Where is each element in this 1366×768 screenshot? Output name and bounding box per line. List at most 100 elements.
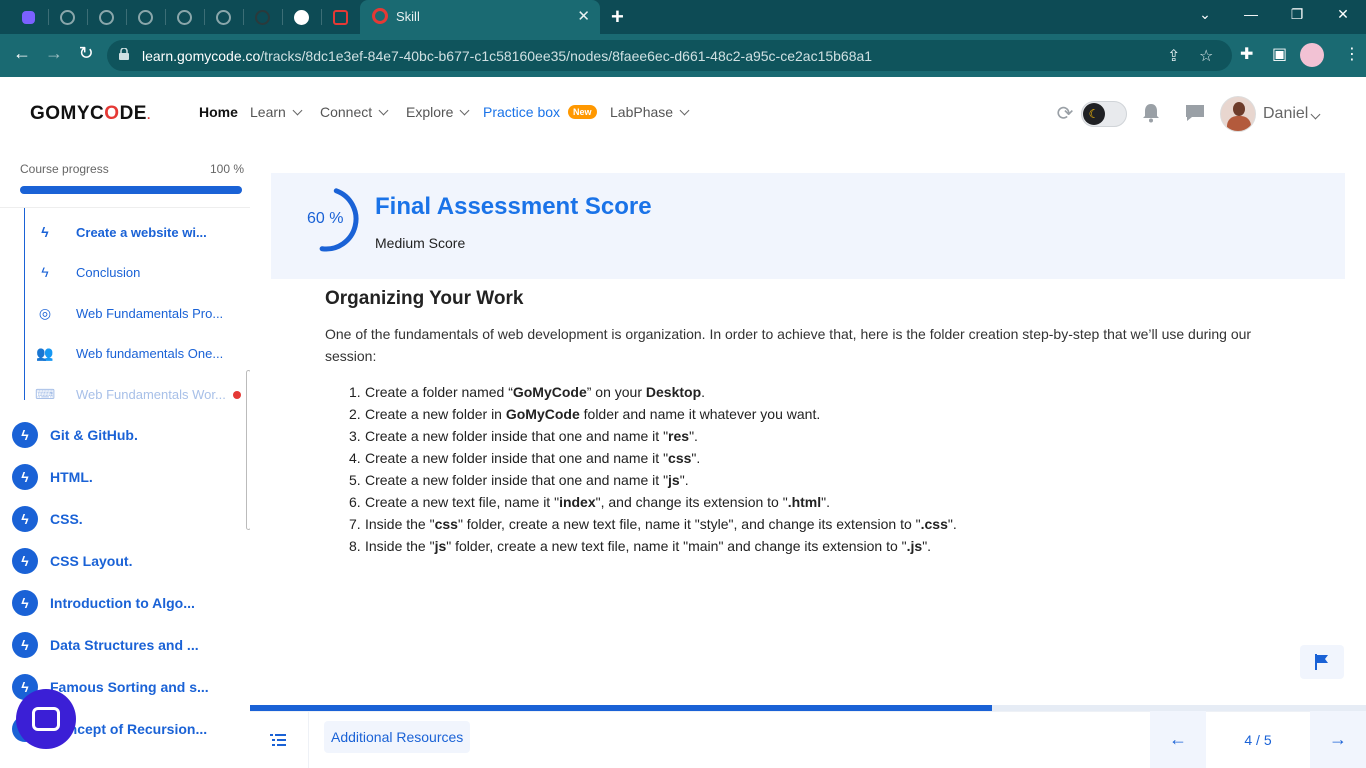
- tab-favicon[interactable]: [251, 6, 273, 28]
- sidebar-module-html[interactable]: ϟ HTML.: [12, 464, 93, 490]
- nav-explore-label: Explore: [406, 104, 454, 120]
- step-item: 8. Inside the "js" folder, create a new t…: [349, 535, 957, 557]
- browser-menu-icon[interactable]: ⋮: [1344, 44, 1360, 64]
- chat-support-button[interactable]: [16, 689, 76, 749]
- score-percent: 60 %: [307, 210, 344, 227]
- new-tab-button[interactable]: +: [611, 4, 624, 30]
- step-item: 3. Create a new folder inside that one an…: [349, 425, 957, 447]
- sidebar-item-create-website[interactable]: ϟ Create a website wi...: [36, 220, 207, 244]
- steps-list: 1. Create a folder named “GoMyCode” on yo…: [349, 381, 957, 557]
- previous-page-button[interactable]: ←: [1150, 711, 1206, 768]
- sidebar-module-css-layout[interactable]: ϟ CSS Layout.: [12, 548, 132, 574]
- lightning-icon: ϟ: [41, 224, 49, 240]
- user-menu[interactable]: Daniel: [1263, 105, 1321, 123]
- tab-search-chevron-icon[interactable]: ⌄: [1190, 6, 1220, 23]
- tab-favicon[interactable]: [134, 6, 156, 28]
- arrow-left-icon: ←: [1169, 729, 1187, 749]
- step-number: 7.: [349, 516, 361, 532]
- messages-icon[interactable]: [1183, 101, 1207, 125]
- step-number: 2.: [349, 406, 361, 422]
- restore-button[interactable]: ❐: [1282, 6, 1312, 23]
- tab-favicon[interactable]: [173, 6, 195, 28]
- share-icon[interactable]: ⇪: [1167, 46, 1180, 66]
- url-path: /tracks/8dc1e3ef-84e7-40bc-b677-c1c58160…: [260, 48, 873, 64]
- avatar[interactable]: [1220, 96, 1256, 132]
- chevron-down-icon: [378, 105, 389, 115]
- course-progress-bar: [20, 186, 242, 194]
- close-window-button[interactable]: ✕: [1328, 6, 1358, 23]
- step-emphasis: css: [434, 516, 458, 532]
- list-icon: [270, 734, 286, 746]
- sidebar-item-conclusion[interactable]: ϟ Conclusion: [36, 260, 140, 284]
- sync-icon[interactable]: ⟳: [1053, 101, 1077, 125]
- extensions-puzzle-icon[interactable]: ✚: [1240, 44, 1253, 64]
- lesson-title: Organizing Your Work: [325, 288, 524, 309]
- report-flag-button[interactable]: [1300, 645, 1344, 679]
- step-emphasis: js: [434, 538, 447, 554]
- notification-bell-icon[interactable]: [1139, 101, 1163, 125]
- tab-favicon[interactable]: [95, 6, 117, 28]
- nav-connect[interactable]: Connect: [320, 104, 389, 120]
- gomycode-logo[interactable]: GOMYCODE.: [30, 103, 151, 125]
- sidebar-module-git[interactable]: ϟ Git & GitHub.: [12, 422, 138, 448]
- dark-mode-toggle[interactable]: ☾: [1081, 101, 1127, 127]
- nav-labphase-label: LabPhase: [610, 104, 674, 120]
- sidebar-item-project[interactable]: ◎ Web Fundamentals Pro...: [36, 301, 223, 325]
- step-text: Create a new folder in: [365, 406, 506, 422]
- tab-favicon[interactable]: [329, 6, 351, 28]
- active-tab[interactable]: Skill ✕: [360, 0, 600, 34]
- outline-list-button[interactable]: [260, 724, 296, 756]
- sidebar-module-css[interactable]: ϟ CSS.: [12, 506, 83, 532]
- tab-favicon[interactable]: [17, 6, 39, 28]
- step-number: 6.: [349, 494, 361, 510]
- step-text: .: [701, 384, 706, 400]
- step-text: ".: [689, 428, 698, 444]
- app-header: GOMYCODE. Home Learn Connect Explore Pra…: [0, 77, 1366, 150]
- url-text: learn.gomycode.co/tracks/8dc1e3ef-84e7-4…: [142, 48, 872, 64]
- step-text: ".: [691, 450, 701, 466]
- step-text: ".: [947, 516, 957, 532]
- module-label: CSS Layout.: [50, 553, 133, 569]
- step-number: 8.: [349, 538, 361, 554]
- arrow-right-icon: →: [1329, 729, 1347, 749]
- close-tab-icon[interactable]: ✕: [577, 7, 590, 25]
- nav-learn[interactable]: Learn: [250, 104, 303, 120]
- step-emphasis: .js: [906, 538, 923, 554]
- side-panel-icon[interactable]: ▣: [1272, 44, 1287, 64]
- google-tab-favicon[interactable]: [290, 6, 312, 28]
- step-text: ” on your: [586, 384, 646, 400]
- sidebar-module-algorithms[interactable]: ϟ Introduction to Algo...: [12, 590, 195, 616]
- nav-labphase[interactable]: LabPhase: [610, 104, 690, 120]
- bookmark-star-icon[interactable]: ☆: [1199, 46, 1213, 66]
- sidebar-module-data-structures[interactable]: ϟ Data Structures and ...: [12, 632, 199, 658]
- nav-home[interactable]: Home: [199, 104, 238, 120]
- module-label: CSS.: [50, 511, 83, 527]
- next-page-button[interactable]: →: [1310, 711, 1366, 768]
- footer-separator: [308, 711, 309, 768]
- logo-text-left: GOMYC: [30, 103, 105, 124]
- nav-practice-box[interactable]: Practice box New: [483, 104, 597, 120]
- tab-favicon[interactable]: [212, 6, 234, 28]
- nav-practice-label: Practice box: [483, 104, 561, 120]
- step-item: 5. Create a new folder inside that one an…: [349, 469, 957, 491]
- tab-favicon[interactable]: [56, 6, 78, 28]
- page-indicator: 4 / 5: [1244, 731, 1272, 748]
- step-emphasis: .html: [787, 494, 822, 510]
- forward-arrow-icon[interactable]: →: [42, 43, 66, 64]
- reload-icon[interactable]: ↻: [74, 43, 98, 64]
- additional-resources-button[interactable]: Additional Resources: [324, 721, 471, 753]
- sidebar-item-label: Conclusion: [76, 264, 141, 280]
- back-arrow-icon[interactable]: ←: [10, 43, 34, 64]
- step-emphasis: .css: [920, 516, 948, 532]
- module-label: HTML.: [50, 469, 93, 485]
- nav-explore[interactable]: Explore: [406, 104, 470, 120]
- step-emphasis: Desktop: [645, 384, 702, 400]
- address-bar[interactable]: learn.gomycode.co/tracks/8dc1e3ef-84e7-4…: [107, 40, 1232, 71]
- browser-tab-strip: Skill ✕ + ⌄ — ❐ ✕: [0, 0, 1366, 34]
- minimize-button[interactable]: —: [1236, 6, 1266, 22]
- sidebar-item-workshop[interactable]: ⌨ Web Fundamentals Wor...: [35, 382, 226, 406]
- step-text: Inside the ": [365, 516, 435, 532]
- nav-connect-label: Connect: [320, 104, 373, 120]
- browser-profile-avatar[interactable]: [1300, 43, 1324, 67]
- sidebar-item-one-on-one[interactable]: 👥 Web fundamentals One...: [36, 341, 223, 365]
